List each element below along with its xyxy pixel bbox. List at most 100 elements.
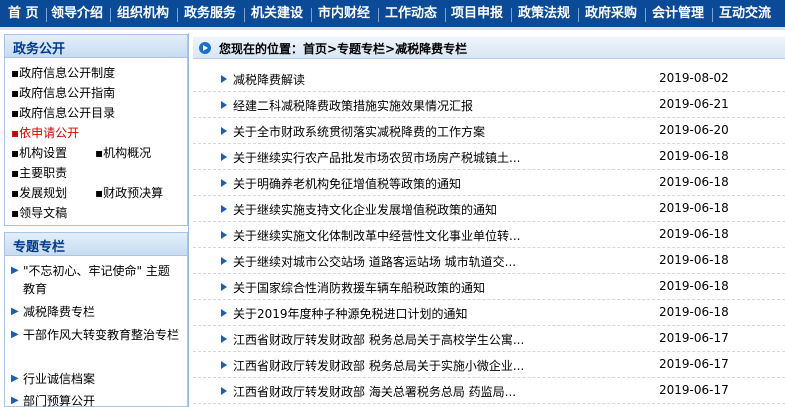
topic-panel-body: ▶ "不忘初心、牢记使命" 主题教育 ▶ 减税降费专栏 ▶ 干部作风大转变教育整… [4,256,188,407]
article-date: 2019-06-18 [659,279,729,293]
article-title-link[interactable]: 关于继续实行农产品批发市场农贸市场房产税城镇土... [233,149,633,166]
nav-item-news[interactable]: 工作动态 [385,0,437,30]
sidebar-link-budget[interactable]: ▪财政预决算 [95,184,163,201]
triangle-right-icon [221,387,227,395]
sidebar-link-main-duties[interactable]: ▪主要职责 [11,164,67,181]
list-item: 江西省财政厅转发财政部 税务总局关于高校学生公寓... 2019-06-17 [193,326,785,352]
article-title-link[interactable]: 江西省财政厅转发财政部 海关总署税务总局 药监局... [233,383,633,400]
nav-item-leaders[interactable]: 领导介绍 [51,0,103,30]
nav-separator [177,8,178,22]
list-item: 减税降费解读 2019-08-02 [193,66,785,92]
sidebar-link-disclosure-rules[interactable]: ▪政府信息公开制度 [11,64,115,81]
triangle-right-icon: ▶ [11,373,19,384]
triangle-right-icon [221,231,227,239]
article-title-link[interactable]: 江西省财政厅转发财政部 税务总局关于实施小微企业... [233,357,633,374]
triangle-right-icon [221,205,227,213]
topic-item[interactable]: ▶ 减税降费专栏 [11,303,181,321]
topic-item[interactable]: ▶ 部门预算公开 [11,392,181,407]
article-title-link[interactable]: 关于2019年度种子种源免税进口计划的通知 [233,305,633,322]
triangle-right-icon [221,153,227,161]
article-date: 2019-06-17 [659,383,729,397]
article-date: 2019-06-18 [659,149,729,163]
topic-panel-header: 专题专栏 [4,232,188,256]
article-date: 2019-06-18 [659,201,729,215]
topic-item-label: 行业诚信档案 [23,372,96,386]
nav-separator [645,8,646,22]
triangle-right-icon: ▶ [11,265,19,276]
article-title-link[interactable]: 关于全市财政系统贯彻落实减税降费的工作方案 [233,123,633,140]
sidebar-link-disclosure-guide[interactable]: ▪政府信息公开指南 [11,84,115,101]
nav-item-accounting[interactable]: 会计管理 [652,0,704,30]
sidebar-link-development-plan[interactable]: ▪发展规划 [11,184,67,201]
nav-separator [511,8,512,22]
topic-item-label: 干部作风大转变教育整治专栏 [23,328,180,342]
breadcrumb: 您现在的位置：首页>专题专栏>减税降费专栏 [193,37,785,59]
topic-item[interactable]: ▶ "不忘初心、牢记使命" 主题教育 [11,262,181,298]
list-item: 关于国家综合性消防救援车辆车船税政策的通知 2019-06-18 [193,274,785,300]
article-date: 2019-06-18 [659,227,729,241]
nav-item-organization[interactable]: 组织机构 [117,0,169,30]
list-item: 关于继续实行农产品批发市场农贸市场房产税城镇土... 2019-06-18 [193,144,785,170]
sidebar-link-institution-overview[interactable]: ▪机构概况 [95,144,151,161]
article-title-link[interactable]: 关于继续对城市公交站场 道路客运站场 城市轨道交... [233,253,633,270]
nav-separator [712,8,713,22]
nav-item-interaction[interactable]: 互动交流 [719,0,771,30]
play-circle-icon [199,42,211,54]
list-item: 关于全市财政系统贯彻落实减税降费的工作方案 2019-06-20 [193,118,785,144]
article-date: 2019-06-20 [659,123,729,137]
triangle-right-icon [221,361,227,369]
triangle-right-icon: ▶ [11,329,19,340]
triangle-right-icon [221,257,227,265]
nav-separator [46,8,47,22]
nav-item-policy[interactable]: 政策法规 [518,0,570,30]
sidebar-link-institution-setup[interactable]: ▪机构设置 [11,144,67,161]
list-item: 关于2019年度种子种源免税进口计划的通知 2019-06-18 [193,300,785,326]
topic-item[interactable]: ▶ 干部作风大转变教育整治专栏 [11,326,181,344]
gov-panel-body: ▪政府信息公开制度 ▪政府信息公开指南 ▪政府信息公开目录 ▪依申请公开 ▪机构… [4,58,188,226]
nav-separator [311,8,312,22]
nav-item-finance[interactable]: 市内财经 [318,0,370,30]
gov-panel-title: 政务公开 [13,42,66,57]
article-title-link[interactable]: 减税降费解读 [233,71,633,88]
article-date: 2019-06-18 [659,305,729,319]
article-date: 2019-06-17 [659,331,729,345]
nav-item-projects[interactable]: 项目申报 [451,0,503,30]
topic-panel-title: 专题专栏 [13,240,66,255]
nav-item-procurement[interactable]: 政府采购 [585,0,637,30]
nav-separator [378,8,379,22]
sidebar-link-disclosure-catalog[interactable]: ▪政府信息公开目录 [11,104,115,121]
list-item: 关于继续实施文化体制改革中经营性文化事业单位转... 2019-06-18 [193,222,785,248]
list-item: 关于继续实施支持文化企业发展增值税政策的通知 2019-06-18 [193,196,785,222]
article-title-link[interactable]: 关于国家综合性消防救援车辆车船税政策的通知 [233,279,633,296]
article-date: 2019-06-18 [659,175,729,189]
topic-item-label: 部门预算公开 [23,394,96,407]
article-title-link[interactable]: 关于继续实施文化体制改革中经营性文化事业单位转... [233,227,633,244]
topic-item[interactable]: ▶ 行业诚信档案 [11,370,181,388]
article-title-link[interactable]: 关于继续实施支持文化企业发展增值税政策的通知 [233,201,633,218]
article-title-link[interactable]: 关于明确养老机构免征增值税等政策的通知 [233,175,633,192]
article-title-link[interactable]: 经建二科减税降费政策措施实施效果情况汇报 [233,97,633,114]
top-nav: 首 页 领导介绍 组织机构 政务服务 机关建设 市内财经 工作动态 项目申报 政… [0,0,785,30]
sidebar-link-leader-articles[interactable]: ▪领导文稿 [11,204,67,221]
article-date: 2019-06-17 [659,357,729,371]
nav-item-home[interactable]: 首 页 [8,0,39,30]
nav-separator [110,8,111,22]
list-item: 关于明确养老机构免征增值税等政策的通知 2019-06-18 [193,170,785,196]
sidebar-link-on-request[interactable]: ▪依申请公开 [11,124,79,141]
nav-separator [445,8,446,22]
nav-item-agency[interactable]: 机关建设 [251,0,303,30]
nav-item-services[interactable]: 政务服务 [184,0,236,30]
article-date: 2019-06-18 [659,253,729,267]
nav-separator [244,8,245,22]
article-date: 2019-06-21 [659,97,729,111]
list-item: 江西省财政厅转发财政部 税务总局关于实施小微企业... 2019-06-17 [193,352,785,378]
topic-item-label: "不忘初心、牢记使命" 主题教育 [23,264,170,296]
triangle-right-icon [221,75,227,83]
list-item: 江西省财政厅转发财政部 海关总署税务总局 药监局... 2019-06-17 [193,378,785,404]
triangle-right-icon [221,127,227,135]
article-title-link[interactable]: 江西省财政厅转发财政部 税务总局关于高校学生公寓... [233,331,633,348]
list-item: 关于继续对城市公交站场 道路客运站场 城市轨道交... 2019-06-18 [193,248,785,274]
gov-panel-header: 政务公开 [4,34,188,58]
triangle-right-icon: ▶ [11,306,19,317]
triangle-right-icon [221,101,227,109]
